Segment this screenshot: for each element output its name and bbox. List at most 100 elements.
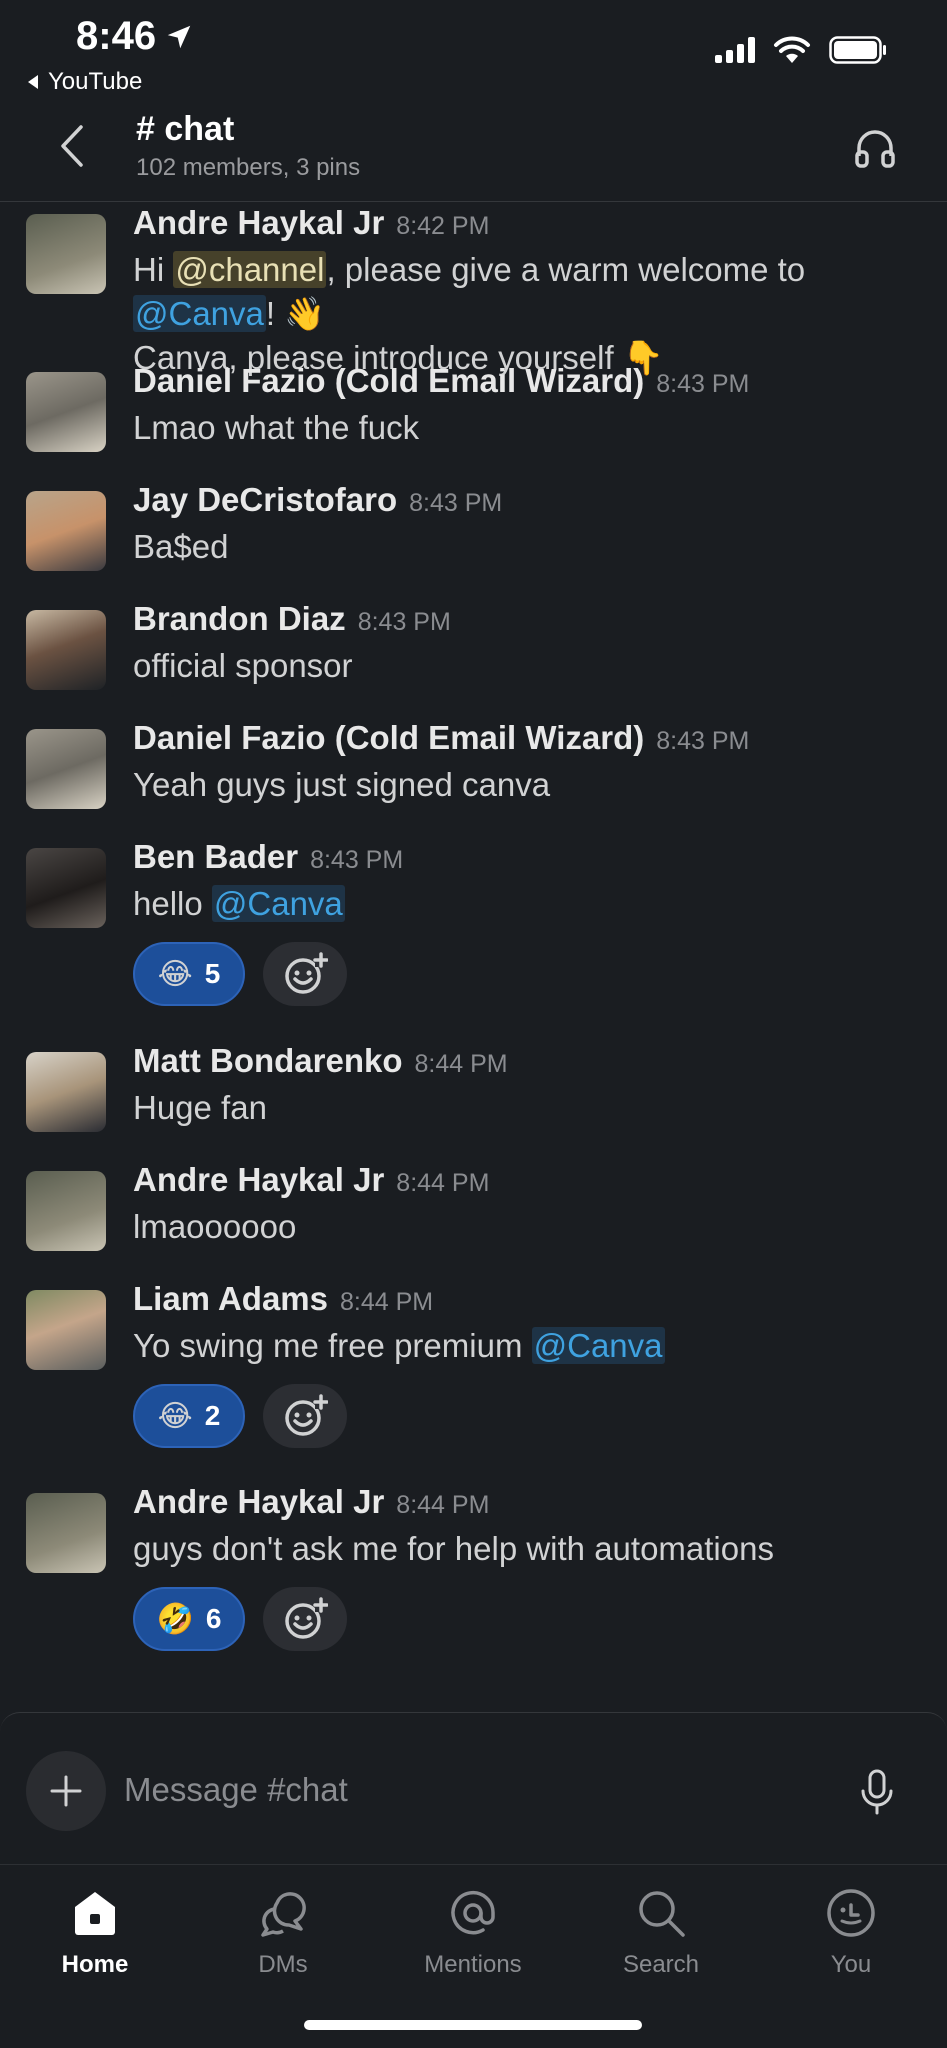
message-text: official sponsor — [133, 647, 353, 684]
message-author[interactable]: Andre Haykal Jr — [133, 204, 384, 242]
message-composer — [0, 1712, 947, 1862]
tab-you-label: You — [830, 1951, 872, 1978]
avatar[interactable] — [26, 1171, 106, 1251]
location-arrow-icon — [167, 25, 191, 48]
message-author[interactable]: Andre Haykal Jr — [133, 1161, 384, 1199]
battery-icon — [829, 36, 886, 64]
message-text: Yeah guys just signed canva — [133, 766, 551, 803]
back-triangle-icon — [28, 75, 38, 89]
avatar[interactable] — [26, 729, 106, 809]
message-timestamp: 8:44 PM — [396, 1169, 490, 1197]
reaction-count: 5 — [204, 958, 221, 989]
message-timestamp: 8:44 PM — [340, 1288, 434, 1316]
huddle-button[interactable] — [853, 126, 897, 170]
user-mention[interactable]: @Canva — [531, 1327, 665, 1364]
avatar[interactable] — [26, 610, 106, 690]
message-text: guys don't ask me for help with automati… — [133, 1530, 774, 1567]
avatar[interactable] — [26, 1290, 106, 1370]
message-text: Huge fan — [133, 1089, 267, 1126]
back-app-label: YouTube — [48, 68, 143, 95]
message-timestamp: 8:43 PM — [656, 370, 750, 398]
message-timestamp: 8:44 PM — [414, 1050, 508, 1078]
message-timestamp: 8:43 PM — [409, 489, 503, 517]
laughing-emoji-icon: 😂 — [157, 957, 193, 991]
add-reaction-button[interactable] — [263, 1384, 347, 1448]
home-icon — [67, 1885, 123, 1941]
reaction-count: 2 — [204, 1400, 221, 1431]
reactions-row: 😂 2 — [133, 1384, 917, 1448]
message-timestamp: 8:44 PM — [396, 1491, 490, 1519]
message-list[interactable]: Andre Haykal Jr 8:42 PM Hi @channel, ple… — [0, 204, 947, 1714]
channel-header: # chat 102 members, 3 pins — [0, 100, 947, 202]
message-timestamp: 8:43 PM — [656, 727, 750, 755]
avatar[interactable] — [26, 1052, 106, 1132]
message-author[interactable]: Andre Haykal Jr — [133, 1483, 384, 1521]
message-author[interactable]: Liam Adams — [133, 1280, 328, 1318]
attach-button[interactable] — [26, 1751, 106, 1831]
user-mention[interactable]: @Canva — [133, 295, 266, 332]
chevron-left-icon — [61, 125, 83, 167]
status-bar: 8:46 YouTube — [0, 0, 947, 100]
home-indicator[interactable] — [304, 2020, 642, 2030]
message-author[interactable]: Jay DeCristofaro — [133, 481, 397, 519]
dms-icon — [255, 1885, 311, 1941]
avatar[interactable] — [26, 372, 106, 452]
reactions-row: 🤣 6 — [133, 1587, 917, 1651]
message-text: lmaoooooo — [133, 1208, 297, 1245]
reaction-pill[interactable]: 🤣 6 — [133, 1587, 245, 1651]
tab-you[interactable]: You — [776, 1875, 926, 1995]
tab-dms-label: DMs — [258, 1951, 308, 1978]
message-timestamp: 8:42 PM — [396, 212, 490, 240]
plus-icon — [50, 1775, 82, 1807]
reactions-row: 😂 5 — [133, 942, 917, 1006]
status-time-text: 8:46 — [76, 14, 157, 58]
tab-search[interactable]: Search — [586, 1875, 736, 1995]
at-sign-icon — [445, 1885, 501, 1941]
voice-message-button[interactable] — [857, 1767, 897, 1817]
add-emoji-icon — [285, 1394, 328, 1436]
channel-mention[interactable]: @channel — [173, 251, 327, 288]
tab-mentions[interactable]: Mentions — [398, 1875, 548, 1995]
avatar[interactable] — [26, 1493, 106, 1573]
status-time: 8:46 — [76, 14, 194, 59]
tab-dms[interactable]: DMs — [208, 1875, 358, 1995]
tab-home[interactable]: Home — [20, 1875, 170, 1995]
status-icons — [715, 36, 887, 64]
add-emoji-icon — [285, 952, 328, 994]
rofl-emoji-icon: 🤣 — [156, 1602, 194, 1636]
avatar[interactable] — [26, 848, 106, 928]
message-author[interactable]: Daniel Fazio (Cold Email Wizard) — [133, 362, 644, 400]
message-text: Yo swing me free premium @Canva — [133, 1327, 665, 1364]
add-reaction-button[interactable] — [263, 942, 347, 1006]
microphone-icon — [861, 1769, 893, 1815]
headphones-icon — [855, 130, 895, 168]
message-author[interactable]: Daniel Fazio (Cold Email Wizard) — [133, 719, 644, 757]
laughing-emoji-icon: 😂 — [157, 1399, 193, 1433]
cellular-signal-icon — [715, 37, 755, 63]
profile-status-icon — [823, 1885, 879, 1941]
avatar[interactable] — [26, 214, 106, 294]
back-to-app-link[interactable]: YouTube — [26, 68, 142, 96]
search-icon — [633, 1885, 689, 1941]
message-text: Lmao what the fuck — [133, 409, 420, 446]
channel-subtitle[interactable]: 102 members, 3 pins — [136, 154, 360, 182]
message-author[interactable]: Brandon Diaz — [133, 600, 346, 638]
user-mention[interactable]: @Canva — [211, 885, 345, 922]
message-author[interactable]: Ben Bader — [133, 838, 298, 876]
back-button[interactable] — [52, 122, 92, 170]
message-text: hello @Canva — [133, 885, 345, 922]
add-emoji-icon — [285, 1597, 328, 1639]
message-timestamp: 8:43 PM — [310, 846, 404, 874]
message-author[interactable]: Matt Bondarenko — [133, 1042, 403, 1080]
avatar[interactable] — [26, 491, 106, 571]
add-reaction-button[interactable] — [263, 1587, 347, 1651]
reaction-pill[interactable]: 😂 2 — [133, 1384, 245, 1448]
channel-title[interactable]: # chat — [136, 110, 234, 149]
tab-search-label: Search — [622, 1951, 700, 1978]
message-input[interactable] — [124, 1765, 824, 1815]
wifi-icon — [774, 36, 810, 63]
message-text: Ba$ed — [133, 528, 229, 565]
tab-mentions-label: Mentions — [424, 1951, 522, 1978]
message-timestamp: 8:43 PM — [357, 608, 451, 636]
reaction-pill[interactable]: 😂 5 — [133, 942, 245, 1006]
